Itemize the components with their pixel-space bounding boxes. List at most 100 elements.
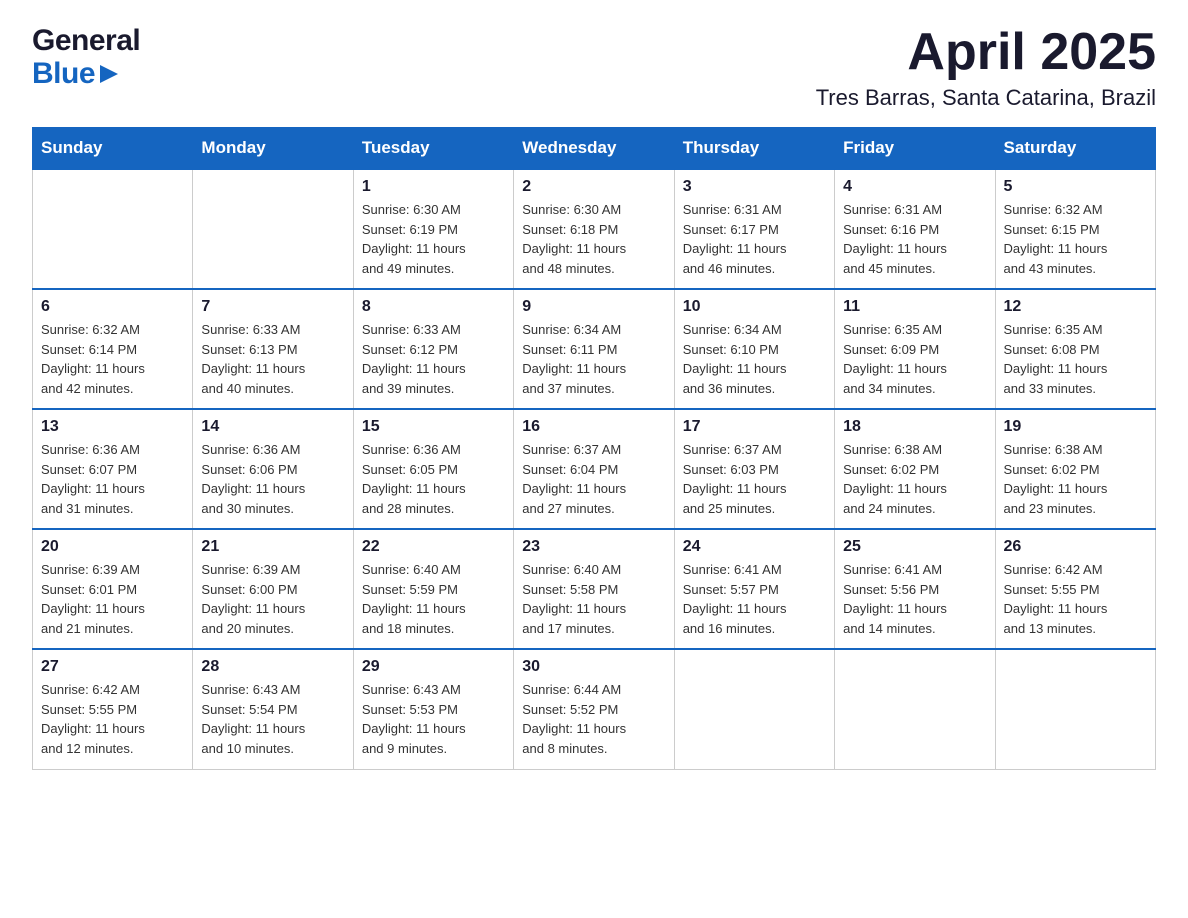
- calendar-cell: 9 Sunrise: 6:34 AM Sunset: 6:11 PM Daylig…: [514, 289, 674, 409]
- calendar-cell: [995, 649, 1155, 769]
- day-info: Sunrise: 6:43 AM Sunset: 5:54 PM Dayligh…: [201, 680, 344, 758]
- calendar-cell: 2 Sunrise: 6:30 AM Sunset: 6:18 PM Daylig…: [514, 169, 674, 289]
- calendar-cell: 29 Sunrise: 6:43 AM Sunset: 5:53 PM Dayli…: [353, 649, 513, 769]
- day-info: Sunrise: 6:39 AM Sunset: 6:01 PM Dayligh…: [41, 560, 184, 638]
- day-info: Sunrise: 6:42 AM Sunset: 5:55 PM Dayligh…: [1004, 560, 1147, 638]
- day-number: 16: [522, 418, 665, 436]
- calendar-cell: 30Sunrise: 6:44 AM Sunset: 5:52 PM Dayli…: [514, 649, 674, 769]
- day-info: Sunrise: 6:34 AM Sunset: 6:10 PM Dayligh…: [683, 320, 826, 398]
- calendar-cell: 20 Sunrise: 6:39 AM Sunset: 6:01 PM Dayli…: [33, 529, 193, 649]
- title-section: April 2025 Tres Barras, Santa Catarina, …: [816, 24, 1156, 111]
- calendar-cell: 6Sunrise: 6:32 AM Sunset: 6:14 PM Daylig…: [33, 289, 193, 409]
- day-number: 19: [1004, 418, 1147, 436]
- logo-blue: Blue: [32, 57, 140, 90]
- day-info: Sunrise: 6:37 AM Sunset: 6:03 PM Dayligh…: [683, 440, 826, 518]
- calendar-cell: [33, 169, 193, 289]
- day-info: Sunrise: 6:35 AM Sunset: 6:09 PM Dayligh…: [843, 320, 986, 398]
- day-number: 1: [362, 178, 505, 196]
- calendar-cell: 17 Sunrise: 6:37 AM Sunset: 6:03 PM Dayli…: [674, 409, 834, 529]
- day-info: Sunrise: 6:33 AM Sunset: 6:12 PM Dayligh…: [362, 320, 505, 398]
- calendar-week-5: 27Sunrise: 6:42 AM Sunset: 5:55 PM Dayli…: [33, 649, 1156, 769]
- calendar-cell: 1 Sunrise: 6:30 AM Sunset: 6:19 PM Daylig…: [353, 169, 513, 289]
- day-info: Sunrise: 6:36 AM Sunset: 6:05 PM Dayligh…: [362, 440, 505, 518]
- day-number: 7: [201, 298, 344, 316]
- day-info: Sunrise: 6:38 AM Sunset: 6:02 PM Dayligh…: [843, 440, 986, 518]
- day-number: 29: [362, 658, 505, 676]
- logo-triangle-icon: [98, 63, 120, 85]
- calendar-cell: 7 Sunrise: 6:33 AM Sunset: 6:13 PM Daylig…: [193, 289, 353, 409]
- weekday-header-tuesday: Tuesday: [353, 128, 513, 170]
- day-info: Sunrise: 6:41 AM Sunset: 5:56 PM Dayligh…: [843, 560, 986, 638]
- calendar-cell: 19 Sunrise: 6:38 AM Sunset: 6:02 PM Dayli…: [995, 409, 1155, 529]
- day-info: Sunrise: 6:30 AM Sunset: 6:18 PM Dayligh…: [522, 200, 665, 278]
- day-info: Sunrise: 6:40 AM Sunset: 5:58 PM Dayligh…: [522, 560, 665, 638]
- calendar-cell: 15 Sunrise: 6:36 AM Sunset: 6:05 PM Dayli…: [353, 409, 513, 529]
- calendar-cell: 25 Sunrise: 6:41 AM Sunset: 5:56 PM Dayli…: [835, 529, 995, 649]
- calendar-cell: 13Sunrise: 6:36 AM Sunset: 6:07 PM Dayli…: [33, 409, 193, 529]
- day-number: 28: [201, 658, 344, 676]
- day-info: Sunrise: 6:43 AM Sunset: 5:53 PM Dayligh…: [362, 680, 505, 758]
- weekday-header-monday: Monday: [193, 128, 353, 170]
- logo: General Blue: [32, 24, 140, 90]
- weekday-header-thursday: Thursday: [674, 128, 834, 170]
- calendar-cell: 5Sunrise: 6:32 AM Sunset: 6:15 PM Daylig…: [995, 169, 1155, 289]
- day-number: 6: [41, 298, 184, 316]
- day-number: 15: [362, 418, 505, 436]
- calendar-cell: 24 Sunrise: 6:41 AM Sunset: 5:57 PM Dayli…: [674, 529, 834, 649]
- day-number: 25: [843, 538, 986, 556]
- day-number: 13: [41, 418, 184, 436]
- day-info: Sunrise: 6:31 AM Sunset: 6:17 PM Dayligh…: [683, 200, 826, 278]
- calendar-table: SundayMondayTuesdayWednesdayThursdayFrid…: [32, 127, 1156, 770]
- day-info: Sunrise: 6:41 AM Sunset: 5:57 PM Dayligh…: [683, 560, 826, 638]
- day-number: 14: [201, 418, 344, 436]
- month-title: April 2025: [816, 24, 1156, 81]
- day-info: Sunrise: 6:35 AM Sunset: 6:08 PM Dayligh…: [1004, 320, 1147, 398]
- weekday-header-row: SundayMondayTuesdayWednesdayThursdayFrid…: [33, 128, 1156, 170]
- location: Tres Barras, Santa Catarina, Brazil: [816, 85, 1156, 111]
- day-number: 24: [683, 538, 826, 556]
- day-number: 10: [683, 298, 826, 316]
- day-info: Sunrise: 6:38 AM Sunset: 6:02 PM Dayligh…: [1004, 440, 1147, 518]
- day-number: 23: [522, 538, 665, 556]
- weekday-header-friday: Friday: [835, 128, 995, 170]
- day-info: Sunrise: 6:40 AM Sunset: 5:59 PM Dayligh…: [362, 560, 505, 638]
- day-info: Sunrise: 6:37 AM Sunset: 6:04 PM Dayligh…: [522, 440, 665, 518]
- calendar-cell: [193, 169, 353, 289]
- calendar-week-3: 13Sunrise: 6:36 AM Sunset: 6:07 PM Dayli…: [33, 409, 1156, 529]
- calendar-week-2: 6Sunrise: 6:32 AM Sunset: 6:14 PM Daylig…: [33, 289, 1156, 409]
- weekday-header-saturday: Saturday: [995, 128, 1155, 170]
- day-info: Sunrise: 6:34 AM Sunset: 6:11 PM Dayligh…: [522, 320, 665, 398]
- calendar-week-1: 1 Sunrise: 6:30 AM Sunset: 6:19 PM Daylig…: [33, 169, 1156, 289]
- calendar-week-4: 20 Sunrise: 6:39 AM Sunset: 6:01 PM Dayli…: [33, 529, 1156, 649]
- day-info: Sunrise: 6:32 AM Sunset: 6:15 PM Dayligh…: [1004, 200, 1147, 278]
- day-number: 27: [41, 658, 184, 676]
- weekday-header-wednesday: Wednesday: [514, 128, 674, 170]
- logo-general: General: [32, 24, 140, 57]
- day-number: 12: [1004, 298, 1147, 316]
- day-info: Sunrise: 6:44 AM Sunset: 5:52 PM Dayligh…: [522, 680, 665, 758]
- day-number: 17: [683, 418, 826, 436]
- day-number: 9: [522, 298, 665, 316]
- day-info: Sunrise: 6:30 AM Sunset: 6:19 PM Dayligh…: [362, 200, 505, 278]
- day-info: Sunrise: 6:31 AM Sunset: 6:16 PM Dayligh…: [843, 200, 986, 278]
- calendar-cell: 10 Sunrise: 6:34 AM Sunset: 6:10 PM Dayli…: [674, 289, 834, 409]
- calendar-cell: 18Sunrise: 6:38 AM Sunset: 6:02 PM Dayli…: [835, 409, 995, 529]
- calendar-cell: 21Sunrise: 6:39 AM Sunset: 6:00 PM Dayli…: [193, 529, 353, 649]
- day-number: 2: [522, 178, 665, 196]
- day-number: 26: [1004, 538, 1147, 556]
- day-info: Sunrise: 6:33 AM Sunset: 6:13 PM Dayligh…: [201, 320, 344, 398]
- calendar-cell: [835, 649, 995, 769]
- calendar-cell: 23 Sunrise: 6:40 AM Sunset: 5:58 PM Dayli…: [514, 529, 674, 649]
- calendar-cell: 3Sunrise: 6:31 AM Sunset: 6:17 PM Daylig…: [674, 169, 834, 289]
- day-number: 22: [362, 538, 505, 556]
- day-number: 20: [41, 538, 184, 556]
- weekday-header-sunday: Sunday: [33, 128, 193, 170]
- calendar-cell: 28 Sunrise: 6:43 AM Sunset: 5:54 PM Dayli…: [193, 649, 353, 769]
- calendar-cell: 4Sunrise: 6:31 AM Sunset: 6:16 PM Daylig…: [835, 169, 995, 289]
- calendar-cell: 8Sunrise: 6:33 AM Sunset: 6:12 PM Daylig…: [353, 289, 513, 409]
- calendar-cell: 22 Sunrise: 6:40 AM Sunset: 5:59 PM Dayli…: [353, 529, 513, 649]
- calendar-cell: 16 Sunrise: 6:37 AM Sunset: 6:04 PM Dayli…: [514, 409, 674, 529]
- page-header: General Blue April 2025 Tres Barras, San…: [32, 24, 1156, 111]
- calendar-cell: 26 Sunrise: 6:42 AM Sunset: 5:55 PM Dayli…: [995, 529, 1155, 649]
- calendar-cell: 14Sunrise: 6:36 AM Sunset: 6:06 PM Dayli…: [193, 409, 353, 529]
